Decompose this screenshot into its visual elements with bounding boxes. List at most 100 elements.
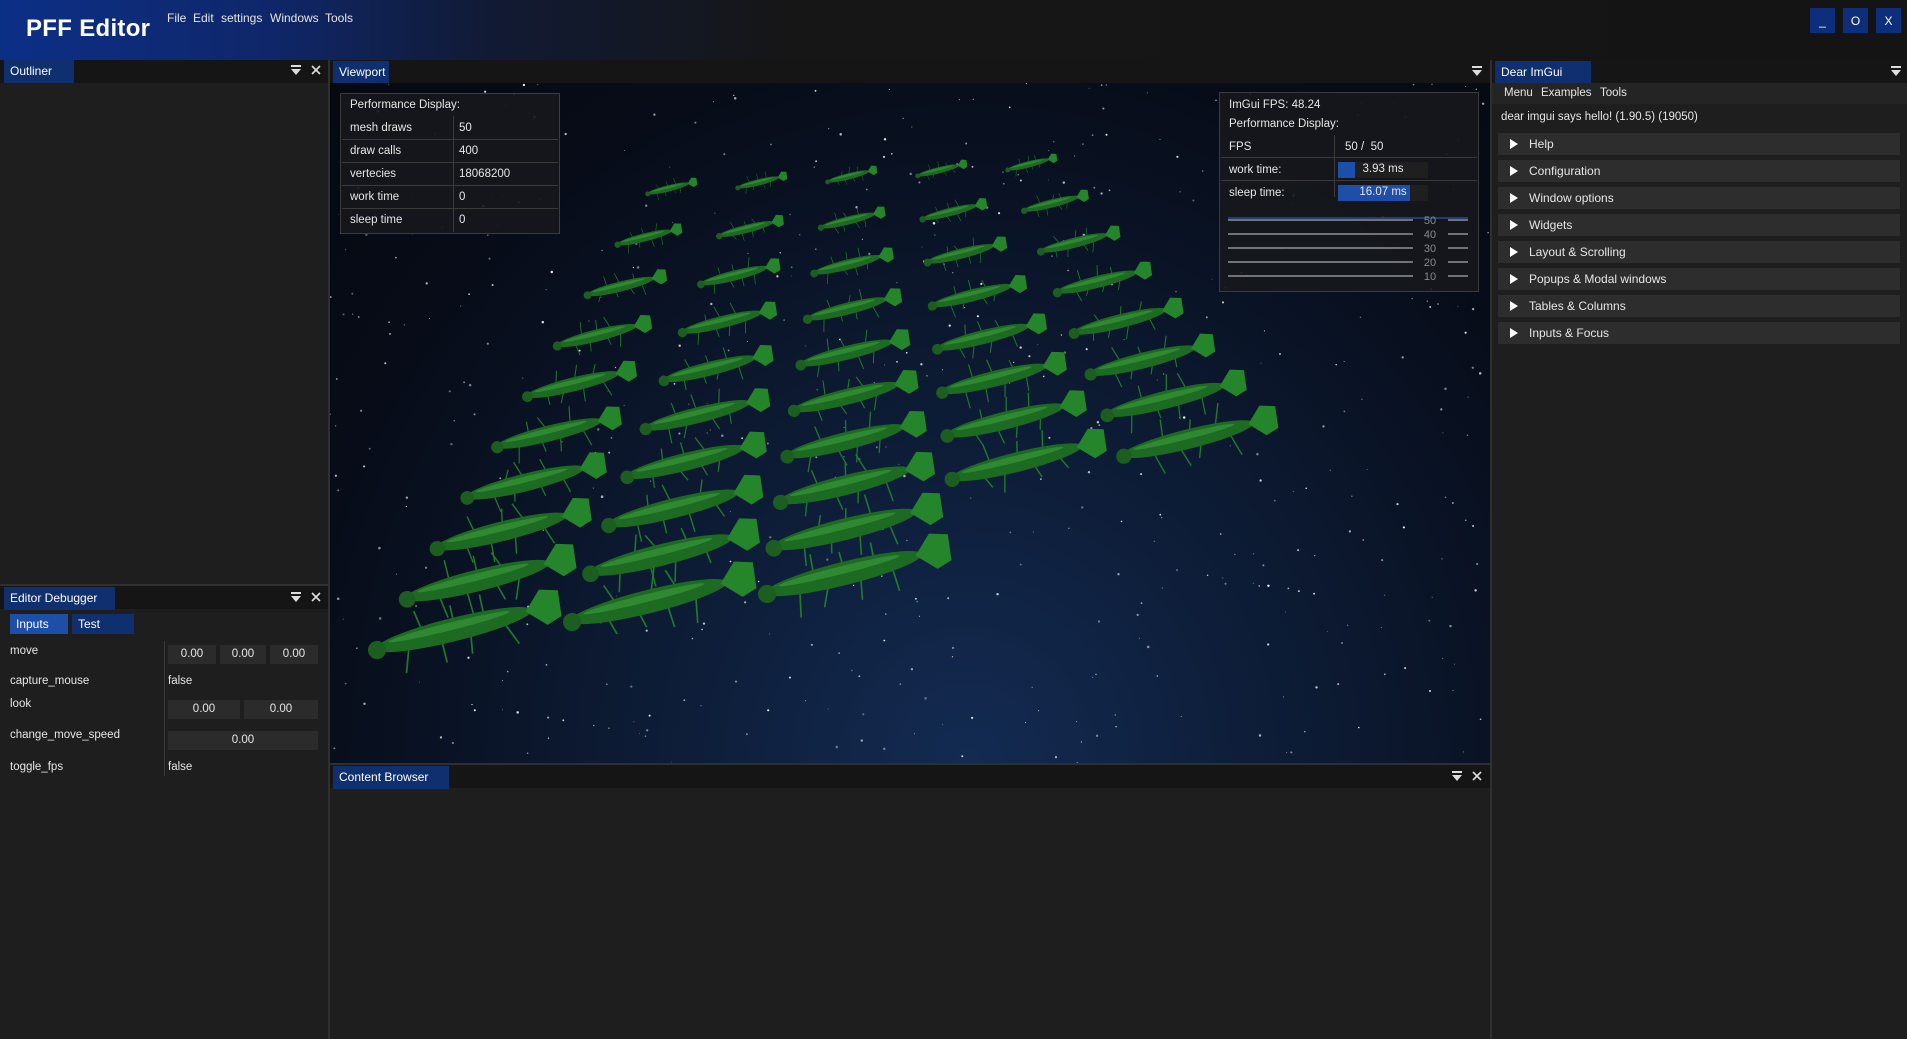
creature — [645, 177, 698, 201]
creature — [1068, 297, 1184, 341]
collapse-icon[interactable] — [289, 64, 303, 78]
imgui-demo-tab[interactable]: Dear ImGui Demo — [1495, 61, 1591, 102]
expand-arrow-icon — [1510, 139, 1518, 149]
creature — [795, 329, 911, 378]
perf-label: mesh draws — [350, 122, 412, 134]
input-label-move: move — [10, 645, 39, 657]
imgui-demo-header: Dear ImGui Demo — [1492, 60, 1907, 102]
perf-label: vertecies — [350, 168, 397, 180]
perf-overlay-left: Performance Display: mesh draws 50 draw … — [340, 93, 560, 234]
collapse-icon[interactable] — [1889, 65, 1903, 79]
menu-windows[interactable]: Windows — [270, 11, 319, 25]
move-z-field[interactable]: 0.00 — [270, 645, 318, 664]
demo-section-popups-modal[interactable]: Popups & Modal windows — [1498, 268, 1900, 290]
collapse-icon[interactable] — [1470, 65, 1484, 79]
creature — [923, 236, 1008, 272]
expand-arrow-icon — [1510, 193, 1518, 203]
demo-section-help[interactable]: Help — [1498, 133, 1900, 155]
creature — [491, 406, 622, 464]
menu-settings[interactable]: settings — [221, 11, 262, 25]
menu-tools[interactable]: Tools — [325, 11, 353, 25]
demo-section-label: Window options — [1529, 191, 1614, 205]
sleep-time-value: 16.07 ms — [1359, 186, 1407, 198]
graph-tick: 10 — [1424, 271, 1436, 282]
close-icon[interactable] — [1470, 770, 1484, 784]
collapse-icon[interactable] — [289, 591, 303, 605]
creature — [919, 198, 988, 223]
perf-value: 0 — [459, 191, 466, 203]
demo-section-tables-columns[interactable]: Tables & Columns — [1498, 295, 1900, 317]
creature — [802, 288, 903, 333]
app-title: PFF Editor — [26, 15, 151, 42]
perf-overlay-right: ImGui FPS: 48.24 Performance Display: FP… — [1219, 92, 1479, 292]
demo-section-label: Widgets — [1529, 218, 1573, 232]
viewport-tab[interactable]: Viewport — [333, 61, 389, 84]
demo-section-window-options[interactable]: Window options — [1498, 187, 1900, 209]
expand-arrow-icon — [1510, 166, 1518, 176]
sleep-time-bar: 16.07 ms — [1338, 185, 1428, 201]
close-icon[interactable] — [309, 64, 323, 78]
creature — [552, 314, 653, 356]
demo-menu-tools[interactable]: Tools — [1600, 87, 1627, 99]
menu-edit[interactable]: Edit — [193, 11, 214, 25]
imgui-hello-text: dear imgui says hello! (1.90.5) (19050) — [1501, 111, 1698, 123]
editor-debugger-tab[interactable]: Editor Debugger — [4, 587, 115, 610]
tab-test[interactable]: Test — [72, 614, 134, 634]
viewport-header: Viewport — [330, 60, 1490, 84]
title-bar: PFF Editor File Edit settings Windows To… — [0, 0, 1907, 60]
content-browser-tab[interactable]: Content Browser — [333, 766, 449, 789]
creature — [927, 274, 1028, 318]
work-time-value: 3.93 ms — [1362, 163, 1404, 175]
perf-value: 50 — [459, 122, 472, 134]
close-button[interactable]: X — [1876, 8, 1901, 33]
perf-row-line — [342, 162, 558, 163]
demo-menu-examples[interactable]: Examples — [1541, 87, 1592, 99]
imgui-demo-panel: Dear ImGui Demo Menu Examples Tools dear… — [1492, 60, 1907, 1039]
perf-label: work time — [350, 191, 400, 203]
menu-file[interactable]: File — [167, 11, 186, 25]
demo-section-inputs-focus[interactable]: Inputs & Focus — [1498, 322, 1900, 344]
perf-label: draw calls — [350, 145, 402, 157]
creature — [522, 360, 637, 406]
close-icon[interactable] — [309, 591, 323, 605]
look-y-field[interactable]: 0.00 — [244, 700, 318, 719]
input-label-toggle-fps: toggle_fps — [10, 761, 64, 773]
creature — [1005, 153, 1058, 177]
maximize-button[interactable]: O — [1843, 8, 1868, 33]
perf-row-line — [342, 208, 558, 209]
creature — [696, 257, 781, 294]
creature — [583, 269, 668, 303]
expand-arrow-icon — [1510, 328, 1518, 338]
move-y-field[interactable]: 0.00 — [220, 645, 266, 664]
outliner-tab[interactable]: Outliner — [4, 60, 74, 83]
perf-label: sleep time — [350, 214, 403, 226]
graph-tick: 40 — [1424, 229, 1436, 241]
demo-menu-menu[interactable]: Menu — [1504, 87, 1533, 99]
tab-inputs[interactable]: Inputs — [10, 614, 68, 634]
collapse-icon[interactable] — [1450, 770, 1464, 784]
graph-tick: 50 — [1424, 215, 1436, 227]
work-time-label: work time: — [1229, 164, 1282, 176]
content-browser-panel: Content Browser — [330, 765, 1490, 1039]
demo-section-configuration[interactable]: Configuration — [1498, 160, 1900, 182]
demo-section-widgets[interactable]: Widgets — [1498, 214, 1900, 236]
input-label-look: look — [10, 698, 32, 710]
imgui-demo-menubar: Menu Examples Tools — [1492, 83, 1907, 104]
demo-section-label: Configuration — [1529, 164, 1601, 178]
graph-tick: 20 — [1424, 257, 1436, 269]
column-separator — [164, 641, 165, 776]
minimize-button[interactable]: _ — [1810, 8, 1835, 33]
creature — [932, 313, 1047, 359]
perf-row-line — [342, 185, 558, 186]
creature — [735, 171, 788, 194]
look-x-field[interactable]: 0.00 — [168, 700, 240, 719]
move-x-field[interactable]: 0.00 — [168, 645, 216, 664]
work-time-bar: 3.93 ms — [1338, 162, 1428, 178]
demo-section-layout-scrolling[interactable]: Layout & Scrolling — [1498, 241, 1900, 263]
creature — [1021, 189, 1089, 217]
demo-section-label: Layout & Scrolling — [1529, 245, 1626, 259]
graph-tick: 30 — [1424, 243, 1436, 255]
perf-table-separator — [453, 116, 454, 232]
toggle-fps-value: false — [168, 761, 193, 773]
change-move-speed-field[interactable]: 0.00 — [168, 731, 318, 750]
